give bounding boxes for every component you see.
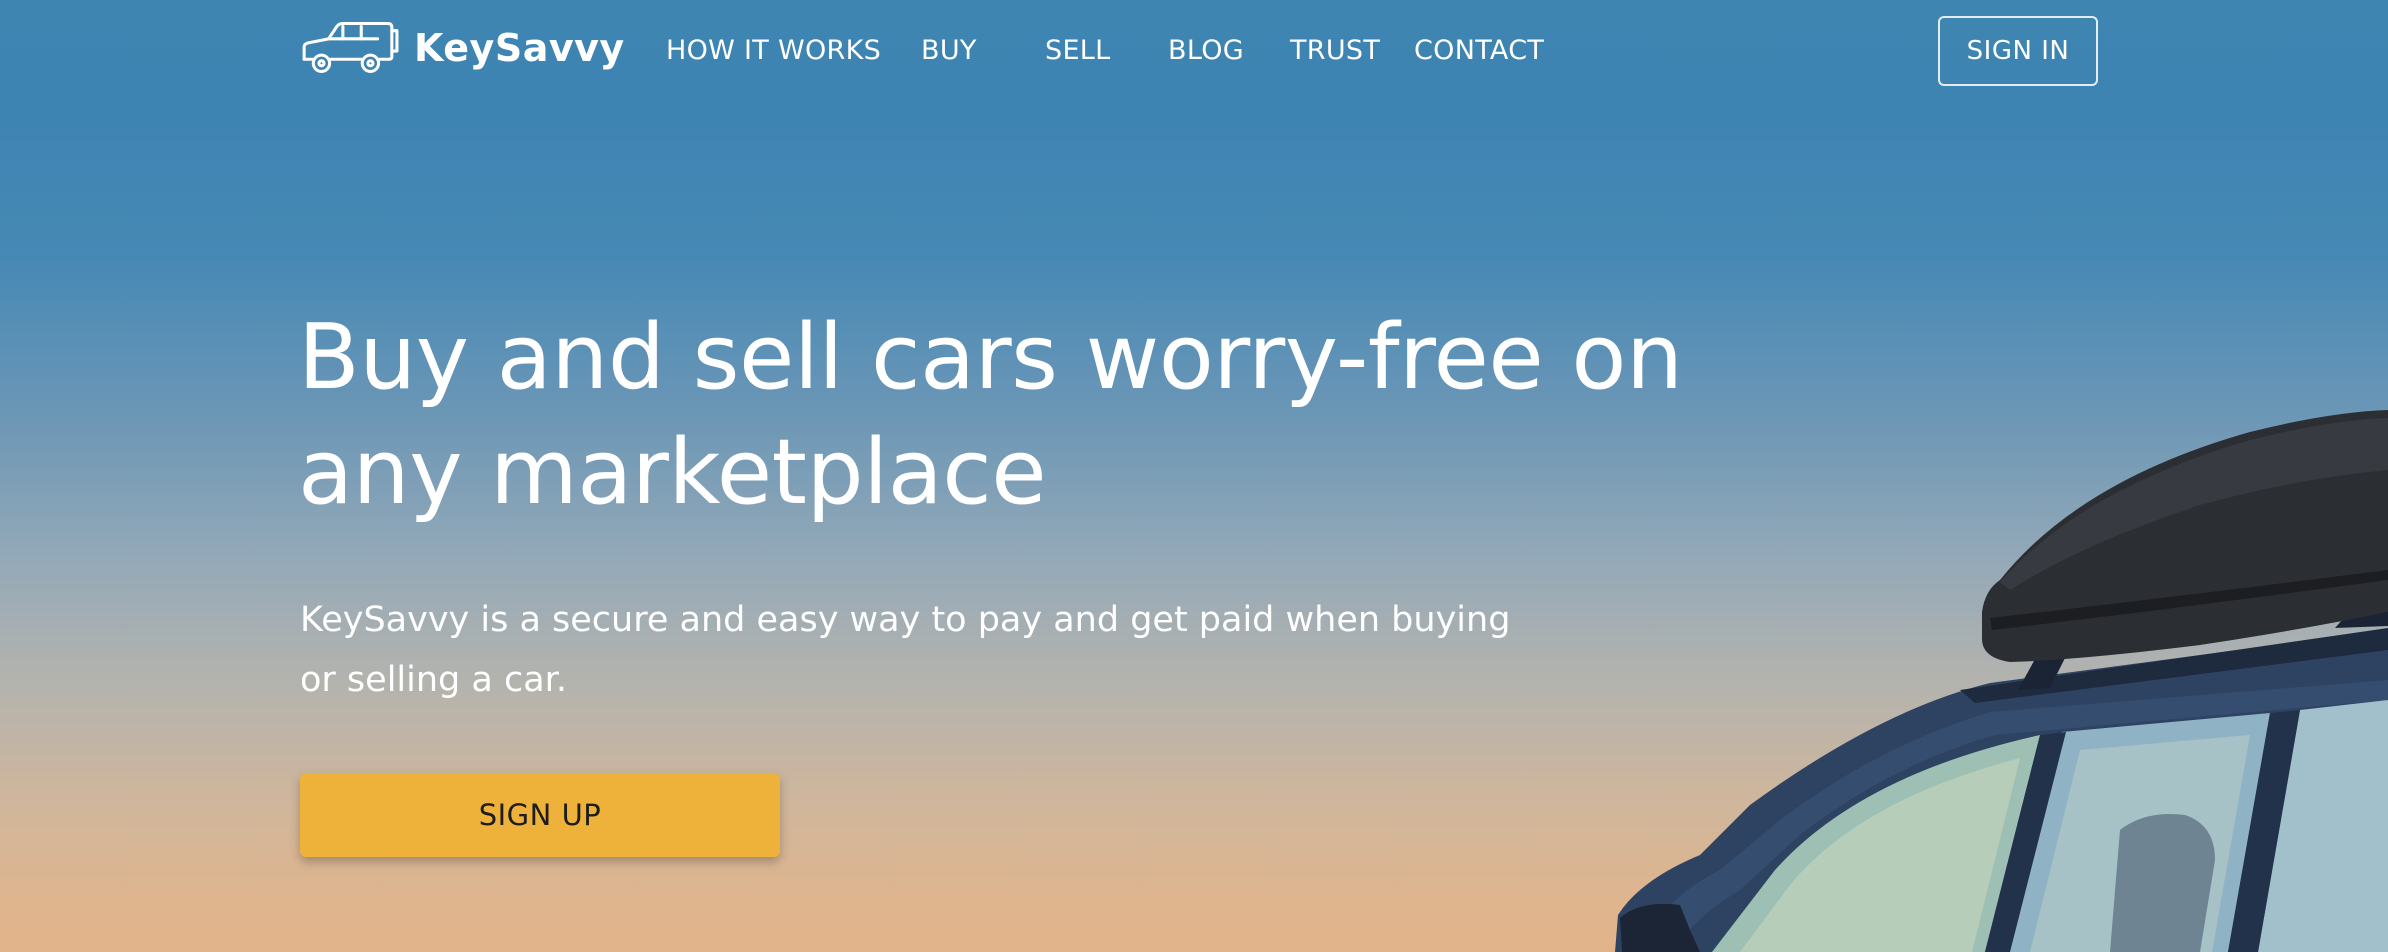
hero-headline-line-2: any marketplace: [298, 420, 1047, 525]
hero-subtext: KeySavvy is a secure and easy way to pay…: [300, 590, 1550, 710]
nav-link-blog[interactable]: BLOG: [1168, 35, 1244, 66]
nav-link-trust[interactable]: TRUST: [1290, 35, 1380, 66]
brand-logo[interactable]: KeySavvy: [298, 18, 625, 78]
hero-section: KeySavvy HOW IT WORKS BUY SELL BLOG TRUS…: [0, 0, 2388, 952]
nav-link-contact[interactable]: CONTACT: [1414, 35, 1544, 66]
nav-link-buy[interactable]: BUY: [921, 35, 977, 66]
brand-name: KeySavvy: [414, 26, 625, 70]
nav-link-how-it-works[interactable]: HOW IT WORKS: [666, 35, 881, 66]
hero-subtext-line-1: KeySavvy is a secure and easy way to pay…: [300, 600, 1511, 640]
nav-link-sell[interactable]: SELL: [1045, 35, 1110, 66]
hero-headline: Buy and sell cars worry-free on any mark…: [298, 300, 1718, 530]
sign-in-button[interactable]: SIGN IN: [1938, 16, 2098, 86]
top-navigation: KeySavvy HOW IT WORKS BUY SELL BLOG TRUS…: [0, 0, 2388, 105]
hero-headline-line-1: Buy and sell cars worry-free on: [298, 305, 1683, 410]
car-icon: [302, 21, 399, 73]
hero-subtext-line-2: or selling a car.: [300, 660, 567, 700]
sign-up-button[interactable]: SIGN UP: [300, 773, 780, 857]
